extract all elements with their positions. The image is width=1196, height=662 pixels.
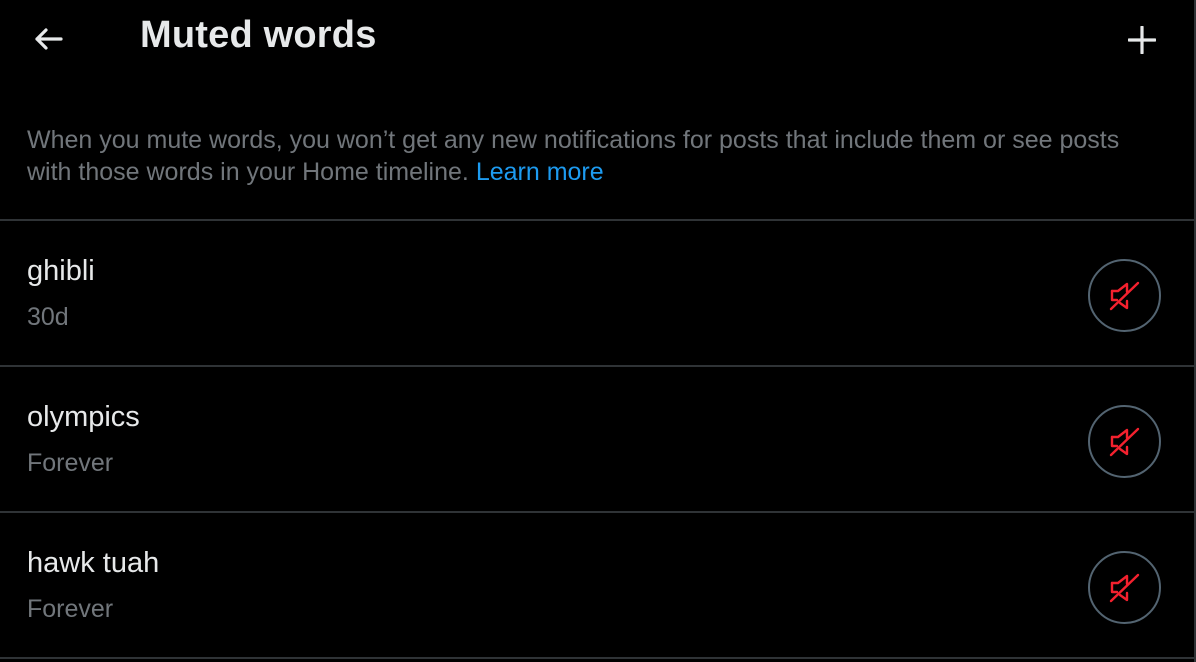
unmute-speaker-icon xyxy=(1109,427,1139,456)
description: When you mute words, you won’t get any n… xyxy=(27,124,1167,188)
muted-word-row[interactable]: ghibli 30d xyxy=(0,221,1194,365)
muted-word-row[interactable]: olympics Forever xyxy=(0,367,1194,511)
unmute-button[interactable] xyxy=(1088,551,1161,624)
add-muted-word-button[interactable] xyxy=(1116,14,1168,66)
muted-word: ghibli xyxy=(27,255,95,287)
muted-word: olympics xyxy=(27,401,140,433)
muted-words-page: Muted words When you mute words, you won… xyxy=(0,0,1196,662)
mute-duration: Forever xyxy=(27,595,114,623)
back-button[interactable] xyxy=(22,16,74,62)
mute-duration: Forever xyxy=(27,449,114,477)
unmute-speaker-icon xyxy=(1109,281,1139,310)
unmute-button[interactable] xyxy=(1088,259,1161,332)
divider xyxy=(0,657,1194,659)
page-title: Muted words xyxy=(140,14,377,56)
muted-word: hawk tuah xyxy=(27,547,160,579)
arrow-left-icon xyxy=(35,28,63,50)
unmute-speaker-icon xyxy=(1109,573,1139,602)
plus-icon xyxy=(1128,26,1156,54)
mute-duration: 30d xyxy=(27,303,69,331)
muted-word-row[interactable]: hawk tuah Forever xyxy=(0,513,1194,657)
unmute-button[interactable] xyxy=(1088,405,1161,478)
learn-more-link[interactable]: Learn more xyxy=(476,158,604,186)
header: Muted words xyxy=(0,0,1194,80)
